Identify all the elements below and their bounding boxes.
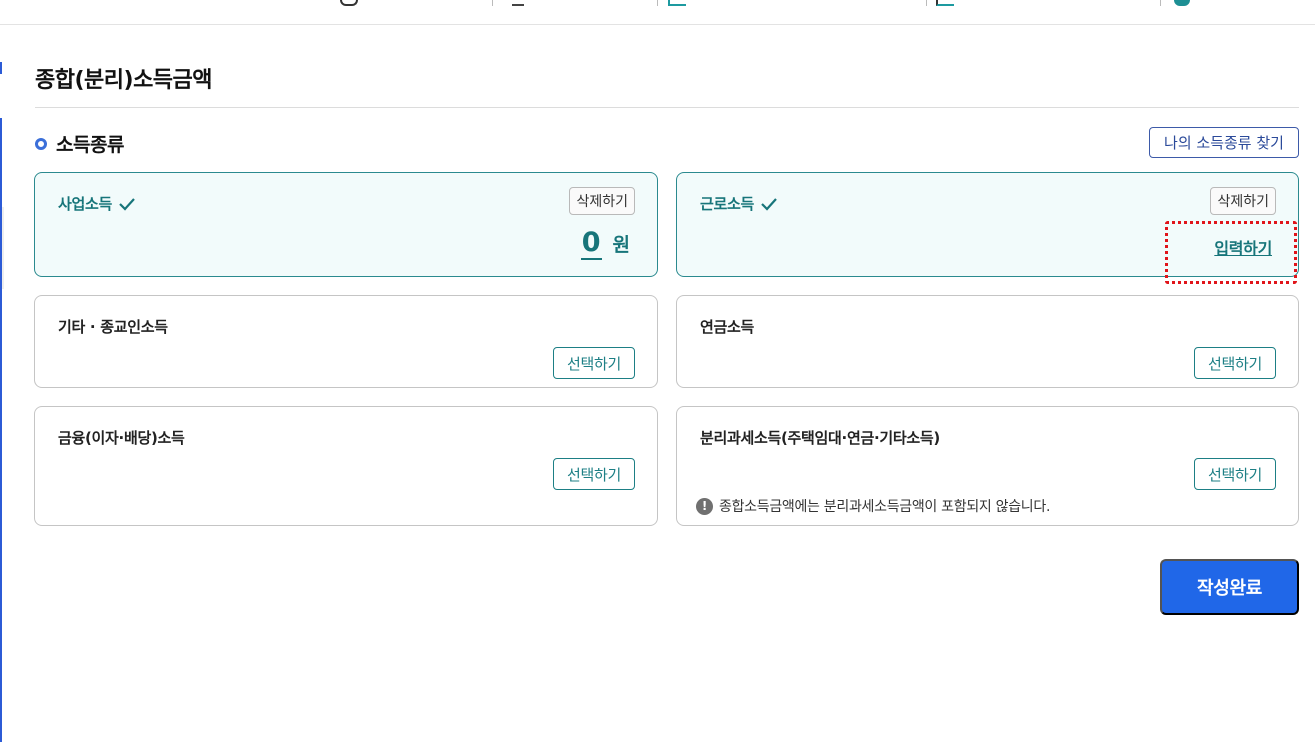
nav-icon[interactable] <box>936 0 954 6</box>
amount-unit: 원 <box>612 234 630 256</box>
check-icon <box>119 197 135 211</box>
submit-button[interactable]: 작성완료 <box>1160 559 1299 615</box>
delete-earned-button[interactable]: 삭제하기 <box>1210 187 1276 215</box>
income-card-business: 사업소득 삭제하기 0 원 <box>34 172 658 277</box>
nav-icon[interactable] <box>512 0 524 6</box>
note-text: 종합소득금액에는 분리과세소득금액이 포함되지 않습니다. <box>719 499 1051 515</box>
nav-divider <box>926 0 927 6</box>
nav-icon[interactable] <box>668 0 686 6</box>
select-separate-button[interactable]: 선택하기 <box>1194 458 1276 490</box>
income-card-label: 사업소득 <box>58 193 136 214</box>
bullet-ring-icon <box>35 137 47 150</box>
separate-income-note: ! 종합소득금액에는 분리과세소득금액이 포함되지 않습니다. <box>696 496 1050 516</box>
income-card-separate: 분리과세소득(주택임대·연금·기타소득) 선택하기 ! 종합소득금액에는 분리과… <box>676 406 1299 526</box>
earned-income-label: 근로소득 <box>700 195 755 213</box>
nav-icon[interactable] <box>1174 0 1190 6</box>
separate-income-label: 분리과세소득(주택임대·연금·기타소득) <box>700 429 940 447</box>
section-header: 소득종류 <box>35 130 124 157</box>
section-title: 소득종류 <box>56 134 124 156</box>
income-card-financial: 금융(이자·배당)소득 선택하기 <box>34 406 658 526</box>
business-income-label: 사업소득 <box>58 195 113 213</box>
find-income-type-button[interactable]: 나의 소득종류 찾기 <box>1149 127 1299 158</box>
check-icon <box>761 197 777 211</box>
financial-income-label: 금융(이자·배당)소득 <box>58 429 185 447</box>
select-financial-button[interactable]: 선택하기 <box>553 458 635 490</box>
input-earned-link[interactable]: 입력하기 <box>1214 235 1272 259</box>
left-scroll-track <box>2 207 4 289</box>
page-title: 종합(분리)소득금액 <box>35 68 213 93</box>
delete-business-button[interactable]: 삭제하기 <box>569 187 635 215</box>
other-income-label: 기타 · 종교인소득 <box>58 318 168 336</box>
income-card-other: 기타 · 종교인소득 선택하기 <box>34 295 658 388</box>
amount-value[interactable]: 0 <box>580 228 602 260</box>
nav-divider <box>492 0 493 6</box>
pension-income-label: 연금소득 <box>700 318 755 336</box>
left-accent-line <box>0 118 2 742</box>
title-divider <box>35 107 1299 108</box>
search-icon[interactable] <box>340 0 358 6</box>
select-pension-button[interactable]: 선택하기 <box>1194 347 1276 379</box>
info-icon: ! <box>696 497 713 515</box>
income-card-label: 근로소득 <box>700 193 778 214</box>
business-amount[interactable]: 0 원 <box>580 228 630 260</box>
left-accent-mark <box>0 62 2 74</box>
nav-divider <box>657 0 658 6</box>
select-other-button[interactable]: 선택하기 <box>553 347 635 379</box>
top-nav-bar <box>0 0 1315 25</box>
income-card-pension: 연금소득 선택하기 <box>676 295 1299 388</box>
income-card-earned: 근로소득 삭제하기 입력하기 <box>676 172 1299 277</box>
nav-divider <box>1160 0 1161 6</box>
